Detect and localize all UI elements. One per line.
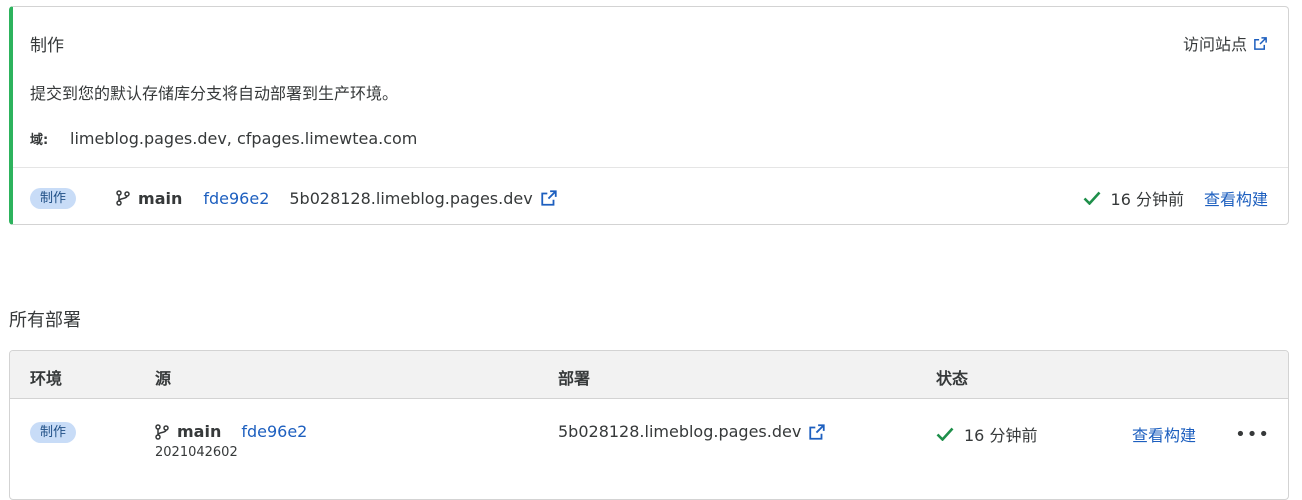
deployment-url-link[interactable]: 5b028128.limeblog.pages.dev	[558, 422, 826, 441]
production-description: 提交到您的默认存储库分支将自动部署到生产环境。	[30, 84, 399, 103]
domains-label: 域:	[30, 133, 49, 148]
commit-message: 2021042602	[155, 445, 238, 460]
more-actions-button[interactable]: •••	[1235, 424, 1270, 445]
source-cell: main fde96e2 2021042602	[155, 422, 307, 460]
status-time: 16 分钟前	[964, 426, 1038, 445]
production-title: 制作	[30, 36, 64, 56]
domains-row: 域: limeblog.pages.dev, cfpages.limewtea.…	[30, 129, 417, 148]
git-branch-icon	[116, 190, 130, 206]
branch: main	[116, 189, 182, 208]
commit-hash-link[interactable]: fde96e2	[241, 422, 307, 441]
divider	[13, 167, 1288, 168]
column-deploy: 部署	[558, 369, 591, 388]
external-link-icon	[1253, 36, 1268, 51]
table-row: 制作 main fde96e2 2021042602 5b028128.lime…	[10, 399, 1288, 499]
domains-value: limeblog.pages.dev, cfpages.limewtea.com	[70, 129, 418, 148]
external-link-icon	[540, 189, 558, 207]
deployment-url: 5b028128.limeblog.pages.dev	[558, 422, 802, 441]
env-badge: 制作	[30, 187, 77, 209]
deployment-status: 16 分钟前	[936, 422, 1037, 446]
deployment-url: 5b028128.limeblog.pages.dev	[289, 188, 533, 208]
status-time: 16 分钟前	[1110, 190, 1184, 209]
external-link-icon	[808, 423, 826, 441]
deployment-status: 16 分钟前	[1083, 186, 1184, 210]
production-card: 制作 访问站点 提交到您的默认存储库分支将自动部署到生产环境。 域: limeb…	[9, 6, 1289, 225]
branch-name: main	[138, 188, 183, 208]
check-icon	[936, 427, 954, 441]
visit-site-label: 访问站点	[1182, 35, 1247, 54]
view-build-link[interactable]: 查看构建	[1204, 186, 1268, 210]
production-deployment-row: 制作 main fde96e2 5b028128.limeblog.pages.…	[30, 182, 1268, 214]
commit-hash-link[interactable]: fde96e2	[203, 189, 269, 208]
deployments-table: 环境 源 部署 状态 制作 main fde96e2 2021042602 5b…	[9, 350, 1289, 500]
table-header: 环境 源 部署 状态	[10, 351, 1288, 399]
branch-name: main	[177, 422, 222, 441]
all-deployments-title: 所有部署	[9, 310, 81, 331]
column-source: 源	[155, 369, 172, 388]
visit-site-link[interactable]: 访问站点	[1183, 31, 1268, 55]
column-status: 状态	[936, 369, 969, 388]
branch: main	[155, 422, 221, 441]
deployment-url-link[interactable]: 5b028128.limeblog.pages.dev	[289, 189, 557, 208]
git-branch-icon	[155, 423, 169, 440]
check-icon	[1083, 191, 1101, 205]
column-env: 环境	[30, 369, 63, 388]
env-badge: 制作	[30, 422, 77, 443]
view-build-link[interactable]: 查看构建	[1132, 422, 1196, 446]
